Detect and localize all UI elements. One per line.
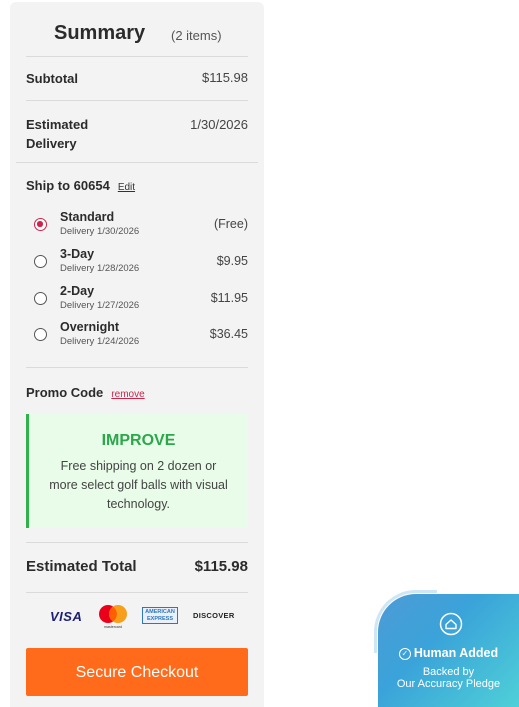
radio-unselected[interactable] <box>34 292 47 305</box>
divider <box>26 56 248 57</box>
estimated-delivery-label: Estimated Delivery <box>26 115 88 153</box>
divider <box>16 162 258 163</box>
check-circle-icon: ✓ <box>398 648 411 660</box>
estimated-total-value: $115.98 <box>194 558 248 575</box>
shipping-option-name: Standard <box>60 210 115 224</box>
amex-icon: AMERICAN EXPRESS <box>142 607 178 624</box>
item-count: (2 items) <box>171 28 222 43</box>
visa-icon: VISA <box>50 609 83 624</box>
promo-code-label: Promo Code <box>26 385 104 400</box>
badge-title: ✓ Human Added <box>378 646 519 660</box>
divider <box>26 367 248 368</box>
amex-line2: EXPRESS <box>147 616 173 622</box>
mastercard-icon: mastercard <box>99 605 127 629</box>
secure-checkout-button[interactable]: Secure Checkout <box>26 648 248 696</box>
divider <box>26 592 248 593</box>
shipping-option-name: 3-Day <box>60 247 95 261</box>
shipping-option-price: $36.45 <box>209 327 248 341</box>
discover-icon: DISCOVER <box>193 611 235 620</box>
mastercard-wordmark: mastercard <box>104 625 122 629</box>
shipping-option-standard[interactable]: Standard Delivery 1/30/2026 (Free) <box>34 210 248 240</box>
badge-subtitle-line1: Backed by <box>422 666 475 678</box>
shipping-option-name: 2-Day <box>60 284 95 298</box>
promo-code-value: IMPROVE <box>101 432 176 449</box>
amex-line1: AMERICAN <box>145 609 175 615</box>
shipping-option-price: $9.95 <box>216 254 248 268</box>
divider <box>26 100 248 101</box>
shipping-option-date: Delivery 1/28/2026 <box>60 263 140 274</box>
shipping-option-price: $11.95 <box>210 291 248 305</box>
estimated-delivery-label-line2: Delivery <box>26 136 77 151</box>
house-badge-icon <box>439 612 463 636</box>
estimated-delivery-label-line1: Estimated <box>26 117 89 132</box>
promo-description: Free shipping on 2 dozen or more select … <box>49 459 228 511</box>
applied-promo-card: IMPROVE Free shipping on 2 dozen or more… <box>26 414 248 528</box>
ship-to-label: Ship to 60654 <box>26 178 110 193</box>
order-summary-panel: Summary (2 items) Subtotal $115.98 Estim… <box>10 2 264 707</box>
shipping-option-price: (Free) <box>213 217 248 231</box>
payment-methods: VISA mastercard AMERICAN EXPRESS DISCOVE… <box>50 602 234 630</box>
shipping-option-date: Delivery 1/24/2026 <box>60 336 140 347</box>
subtotal-value: $115.98 <box>201 70 248 85</box>
ship-to-row: Ship to 60654 Edit <box>26 176 135 197</box>
summary-header: Summary (2 items) <box>26 22 248 52</box>
shipping-option-name: Overnight <box>60 320 120 334</box>
radio-selected[interactable] <box>34 218 47 231</box>
remove-promo-link[interactable]: remove <box>111 389 144 400</box>
shipping-option-date: Delivery 1/27/2026 <box>60 300 140 311</box>
summary-title: Summary <box>54 22 146 44</box>
subtotal-label: Subtotal <box>26 71 78 86</box>
accuracy-pledge-badge[interactable]: ✓ Human Added Backed by Our Accuracy Pled… <box>374 590 519 707</box>
divider <box>26 542 248 543</box>
shipping-option-3day[interactable]: 3-Day Delivery 1/28/2026 $9.95 <box>34 247 248 277</box>
badge-title-text: Human Added <box>413 646 499 660</box>
shipping-option-overnight[interactable]: Overnight Delivery 1/24/2026 $36.45 <box>34 320 248 350</box>
promo-code-row: Promo Code remove <box>26 383 145 404</box>
radio-unselected[interactable] <box>34 255 47 268</box>
badge-subtitle-line2: Our Accuracy Pledge <box>396 678 501 690</box>
estimated-total-label: Estimated Total <box>26 558 137 575</box>
edit-zip-link[interactable]: Edit <box>118 182 135 193</box>
radio-unselected[interactable] <box>34 328 47 341</box>
estimated-delivery-value: 1/30/2026 <box>190 117 248 132</box>
shipping-option-2day[interactable]: 2-Day Delivery 1/27/2026 $11.95 <box>34 284 248 314</box>
shipping-option-date: Delivery 1/30/2026 <box>60 226 140 237</box>
